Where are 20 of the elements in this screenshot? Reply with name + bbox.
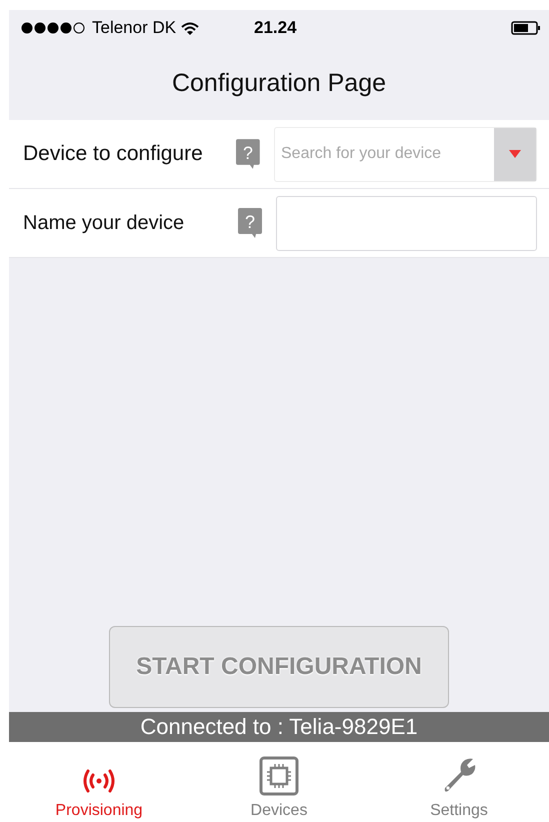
dropdown-button[interactable] [494,128,536,180]
signal-strength-icon [21,22,87,34]
caret-icon [508,149,522,159]
help-icon[interactable]: ? [238,208,262,238]
device-search-dropdown[interactable]: Search for your device [274,126,537,182]
field-label: Device to configure [23,142,204,166]
connection-banner: Connected to : Telia-9829E1 [9,712,549,742]
help-icon[interactable]: ? [236,139,260,169]
tab[interactable]: Settings [369,742,549,822]
chip-icon [259,756,299,796]
tab[interactable]: Provisioning [9,742,189,822]
status-time: 21.24 [254,18,297,38]
carrier-name: Telenor DK [92,18,176,38]
tab[interactable]: Devices [189,742,369,822]
battery-icon [511,21,541,35]
page-title: Configuration Page [172,68,386,98]
field-label: Name your device [23,212,186,234]
input-field[interactable] [276,196,537,250]
search-field[interactable]: Search for your device [275,128,494,180]
wifi-icon [181,22,200,34]
